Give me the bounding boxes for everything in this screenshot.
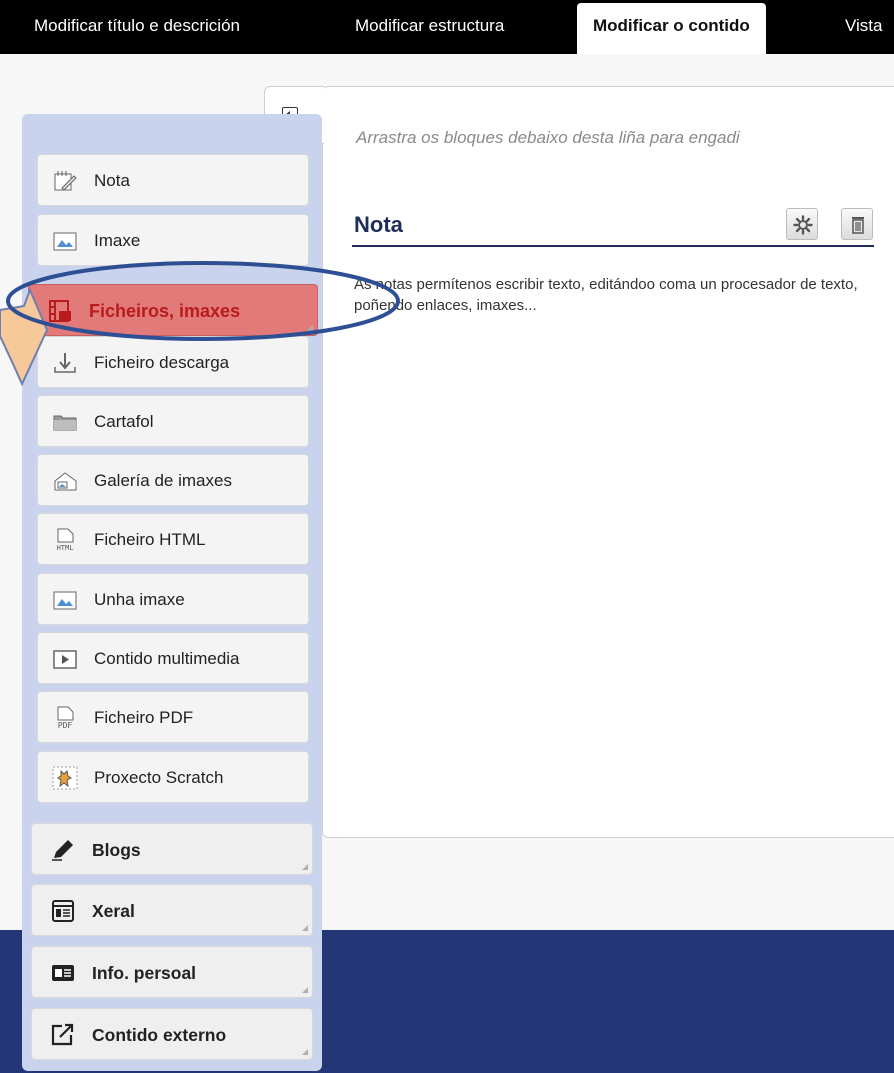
sidebar-item-ficheiro-descarga[interactable]: Ficheiro descarga <box>37 336 309 388</box>
sidebar-item-label: Xeral <box>92 901 135 921</box>
sidebar-item-galeria[interactable]: Galería de imaxes <box>37 454 309 506</box>
sidebar-item-label: Ficheiro HTML <box>94 530 206 549</box>
sidebar-item-contido-externo[interactable]: Contido externo <box>31 1008 313 1060</box>
download-icon <box>54 353 76 373</box>
sidebar-item-multimedia[interactable]: Contido multimedia <box>37 632 309 684</box>
id-card-icon <box>52 965 74 981</box>
content-panel <box>322 86 894 838</box>
multimedia-icon <box>53 650 77 669</box>
sidebar-item-blogs[interactable]: Blogs <box>31 823 313 875</box>
sidebar-item-ficheiro-html[interactable]: HTML Ficheiro HTML <box>37 513 309 565</box>
sidebar-item-imaxe[interactable]: Imaxe <box>37 214 309 266</box>
block-description: As notas permítenos escribir texto, edit… <box>354 276 858 314</box>
gear-icon <box>793 215 813 235</box>
svg-text:PDF: PDF <box>58 721 73 730</box>
sidebar-item-ficheiros-imaxes[interactable]: Ficheiros, imaxes <box>28 284 318 336</box>
sidebar-item-label: Blogs <box>92 840 141 860</box>
delete-button[interactable] <box>841 208 873 240</box>
top-tab-bar: Modificar título e descrición Modificar … <box>0 0 894 55</box>
sidebar-item-label: Cartafol <box>94 412 154 431</box>
sidebar-item-nota[interactable]: Nota <box>37 154 309 206</box>
sidebar-item-label: Unha imaxe <box>94 590 185 609</box>
general-icon <box>52 900 74 922</box>
sidebar-item-label: Info. persoal <box>92 963 197 983</box>
scratch-icon <box>52 766 78 790</box>
pdf-file-icon: PDF <box>57 706 74 730</box>
film-icon <box>49 300 71 322</box>
sidebar-item-label: Contido externo <box>92 1025 227 1045</box>
sidebar-item-label: Contido multimedia <box>94 649 240 668</box>
sidebar-item-scratch[interactable]: Proxecto Scratch <box>37 751 309 803</box>
image-icon <box>53 591 77 610</box>
tab-modify-content[interactable]: Modificar o contido <box>577 3 766 55</box>
expand-corner-icon <box>302 925 308 931</box>
sidebar-item-label: Nota <box>94 171 130 190</box>
block-title: Nota <box>354 212 403 237</box>
expand-corner-icon <box>302 864 308 870</box>
sidebar-item-label: Ficheiro descarga <box>94 353 230 372</box>
block-divider <box>352 245 874 247</box>
sidebar-item-label: Imaxe <box>94 231 141 250</box>
note-icon <box>54 171 77 191</box>
sidebar-item-label: Ficheiros, imaxes <box>89 301 241 321</box>
image-icon <box>53 232 77 251</box>
sidebar-item-cartafol[interactable]: Cartafol <box>37 395 309 447</box>
sidebar-item-ficheiro-pdf[interactable]: PDF Ficheiro PDF <box>37 691 309 743</box>
sidebar-item-label: Galería de imaxes <box>94 471 232 490</box>
tab-view[interactable]: Vista <box>845 0 883 54</box>
tab-modify-structure[interactable]: Modificar estructura <box>355 0 504 54</box>
sidebar-item-label: Ficheiro PDF <box>94 708 194 727</box>
expand-corner-icon <box>302 987 308 993</box>
settings-button[interactable] <box>786 208 818 240</box>
pencil-icon <box>52 840 73 861</box>
sidebar-item-info-persoal[interactable]: Info. persoal <box>31 946 313 998</box>
tab-modify-title[interactable]: Modificar título e descrición <box>34 0 240 54</box>
expand-corner-icon <box>307 325 313 331</box>
html-file-icon: HTML <box>57 528 74 552</box>
sidebar-item-unha-imaxe[interactable]: Unha imaxe <box>37 573 309 625</box>
sidebar-item-xeral[interactable]: Xeral <box>31 884 313 936</box>
trash-icon <box>852 217 864 234</box>
gallery-icon <box>54 472 77 491</box>
svg-text:HTML: HTML <box>57 544 74 552</box>
external-icon <box>51 1023 74 1046</box>
expand-corner-icon <box>302 1049 308 1055</box>
folder-icon <box>53 415 77 431</box>
sidebar-item-label: Proxecto Scratch <box>94 768 224 787</box>
drop-hint: Arrastra os bloques debaixo desta liña p… <box>356 128 740 147</box>
